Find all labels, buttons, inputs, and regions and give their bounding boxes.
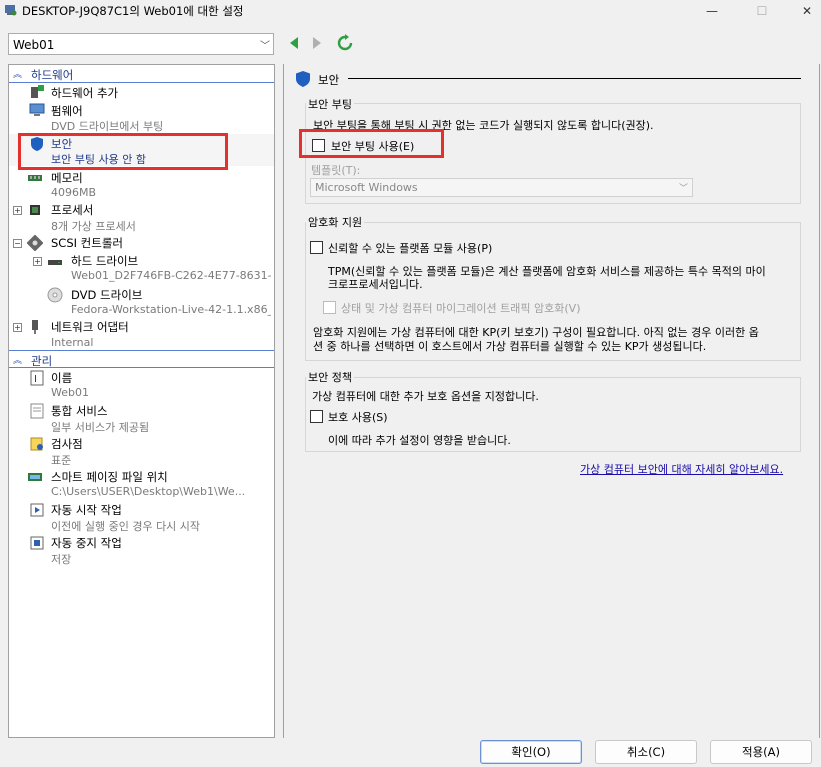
tree-item-add-hardware[interactable]: 하드웨어 추가	[51, 85, 118, 101]
network-summary: Internal	[51, 336, 94, 349]
security-policy-description: 가상 컴퓨터에 대한 추가 보호 옵션을 지정합니다.	[312, 390, 539, 403]
vm-selector-value: Web01	[13, 38, 55, 52]
add-hardware-icon	[31, 85, 44, 98]
tree-item-scsi-controller[interactable]: SCSI 컨트롤러	[51, 235, 123, 251]
highlight-box-security	[18, 133, 228, 170]
auto-stop-icon	[30, 536, 44, 550]
expand-hard-drive-toggle[interactable]: +	[33, 257, 42, 266]
shield-icon	[296, 71, 310, 87]
key-protector-note-line2: 션 중 하나를 선택하면 이 호스트에서 가상 컴퓨터를 실행할 수 있는 KP…	[313, 340, 707, 353]
memory-summary: 4096MB	[51, 186, 97, 199]
hard-drive-summary: Web01_D2F746FB-C262-4E77-8631-E...	[71, 269, 271, 282]
firmware-icon	[29, 103, 45, 116]
processor-summary: 8개 가상 프로세서	[51, 220, 136, 233]
auto-start-summary: 이전에 실행 중인 경우 다시 시작	[51, 520, 201, 533]
template-select-value: Microsoft Windows	[315, 181, 418, 194]
refresh-icon[interactable]	[336, 34, 354, 52]
vm-selector[interactable]: Web01 ﹀	[8, 33, 274, 55]
hard-drive-icon	[48, 260, 62, 265]
shielding-checkbox-label[interactable]: 보호 사용(S)	[328, 409, 388, 425]
section-title: 보안	[318, 73, 340, 87]
integration-services-icon	[30, 403, 44, 419]
tpm-checkbox[interactable]	[310, 241, 323, 254]
memory-icon	[28, 175, 42, 181]
processor-icon	[30, 205, 40, 215]
learn-more-link[interactable]: 가상 컴퓨터 보안에 대해 자세히 알아보세요.	[580, 461, 783, 477]
collapse-chevron-icon: ︽	[13, 356, 23, 366]
template-label: 템플릿(T):	[311, 164, 361, 177]
tpm-description-line2: 크로프로세서입니다.	[328, 278, 423, 291]
dvd-drive-icon	[47, 287, 63, 303]
apply-button[interactable]: 적용(A)	[710, 740, 812, 764]
window-title: DESKTOP-J9Q87C1의 Web01에 대한 설정	[22, 4, 244, 18]
highlight-box-secure-boot	[299, 129, 444, 158]
tree-item-name[interactable]: 이름	[51, 370, 72, 386]
tree-item-memory[interactable]: 메모리	[51, 170, 83, 186]
chevron-down-icon: ﹀	[678, 184, 688, 194]
checkpoints-icon	[30, 437, 43, 451]
tree-item-hard-drive[interactable]: 하드 드라이브	[71, 253, 138, 269]
maximize-button[interactable]: ☐	[740, 0, 784, 22]
tree-item-dvd-drive[interactable]: DVD 드라이브	[71, 287, 142, 303]
name-icon: I	[30, 370, 44, 386]
migration-encryption-checkbox[interactable]	[323, 301, 336, 314]
encryption-group-label: 암호화 지원	[306, 214, 365, 230]
network-adapter-icon	[32, 320, 38, 334]
tree-item-smart-paging[interactable]: 스마트 페이징 파일 위치	[51, 469, 168, 485]
auto-start-icon	[30, 503, 44, 517]
tpm-checkbox-label[interactable]: 신뢰할 수 있는 플랫폼 모듈 사용(P)	[328, 240, 492, 256]
shielding-note: 이에 따라 추가 설정이 영향을 받습니다.	[328, 434, 511, 447]
expand-processor-toggle[interactable]: +	[13, 206, 22, 215]
right-panel-border-right	[819, 64, 820, 738]
back-arrow-icon[interactable]	[286, 34, 304, 52]
management-section-header[interactable]: ︽ 관리	[9, 350, 274, 368]
section-divider	[348, 78, 801, 79]
ok-button[interactable]: 확인(O)	[480, 740, 582, 764]
security-policy-group-label: 보안 정책	[306, 369, 354, 385]
collapse-scsi-toggle[interactable]: −	[13, 239, 22, 248]
minimize-button[interactable]: —	[690, 0, 734, 22]
checkpoints-summary: 표준	[51, 454, 72, 467]
shielding-checkbox[interactable]	[310, 410, 323, 423]
smart-paging-summary: C:\Users\USER\Desktop\Web1\We...	[51, 485, 246, 498]
expand-network-toggle[interactable]: +	[13, 323, 22, 332]
secure-boot-group-label: 보안 부팅	[306, 96, 354, 112]
integration-summary: 일부 서비스가 제공됨	[51, 421, 150, 434]
svg-text:I: I	[34, 374, 37, 385]
tree-item-firmware[interactable]: 펌웨어	[51, 103, 83, 119]
chevron-down-icon: ﹀	[260, 41, 270, 52]
forward-arrow-icon[interactable]	[307, 34, 325, 52]
firmware-summary: DVD 드라이브에서 부팅	[51, 120, 164, 133]
auto-stop-summary: 저장	[51, 553, 72, 566]
tree-item-processor[interactable]: 프로세서	[51, 202, 93, 218]
hardware-section-header[interactable]: ︽ 하드웨어	[9, 65, 274, 83]
cancel-button[interactable]: 취소(C)	[595, 740, 697, 764]
tree-item-checkpoints[interactable]: 검사점	[51, 436, 83, 452]
smart-paging-icon	[28, 473, 42, 481]
right-panel-border	[283, 64, 284, 738]
template-select[interactable]: Microsoft Windows ﹀	[310, 178, 693, 197]
tree-item-auto-stop[interactable]: 자동 중지 작업	[51, 535, 122, 551]
close-button[interactable]: ✕	[785, 0, 821, 22]
settings-window-icon	[5, 5, 17, 16]
migration-encryption-label[interactable]: 상태 및 가상 컴퓨터 마이그레이션 트래픽 암호화(V)	[341, 300, 581, 316]
collapse-chevron-icon: ︽	[13, 70, 23, 80]
tree-item-network-adapter[interactable]: 네트워크 어댑터	[51, 319, 129, 335]
tree-item-auto-start[interactable]: 자동 시작 작업	[51, 502, 122, 518]
tree-item-integration-services[interactable]: 통합 서비스	[51, 403, 108, 419]
scsi-controller-icon	[27, 235, 43, 251]
name-summary: Web01	[51, 386, 89, 399]
dvd-drive-summary: Fedora-Workstation-Live-42-1.1.x86_...	[71, 303, 271, 316]
settings-tree: ︽ 하드웨어 하드웨어 추가 펌웨어 DVD 드라이브에서 부팅 보안 보안 부…	[8, 64, 275, 738]
